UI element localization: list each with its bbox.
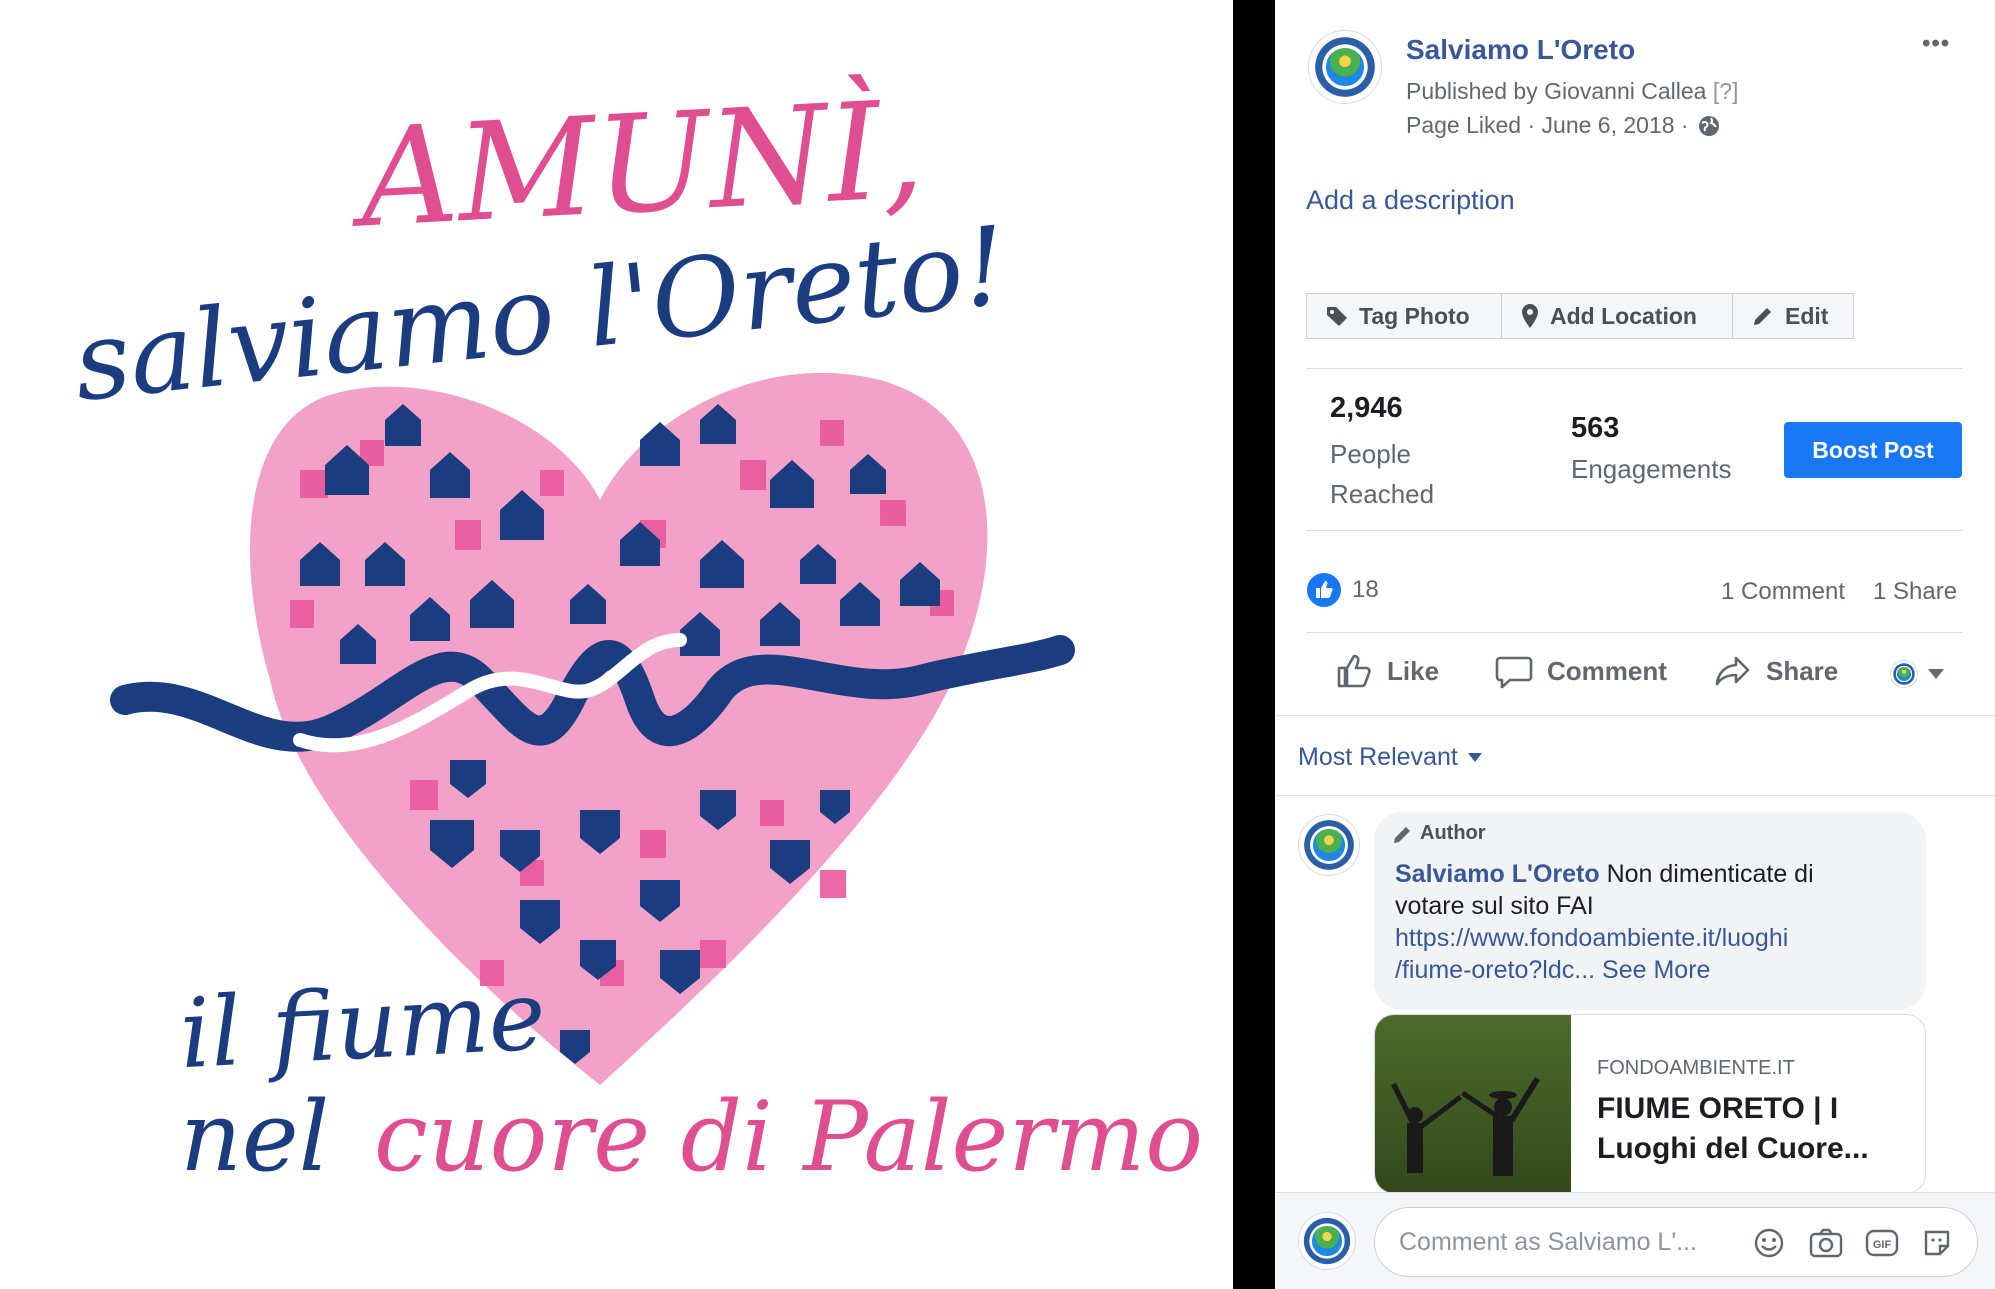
tag-photo-label: Tag Photo [1359,302,1470,329]
help-link[interactable]: [?] [1713,78,1739,104]
add-description-link[interactable]: Add a description [1306,185,1515,216]
author-badge-label: Author [1420,822,1486,844]
people-reached-value: 2,946 [1330,392,1403,424]
divider [1306,368,1962,369]
sort-label: Most Relevant [1298,743,1458,771]
composer-avatar [1298,1212,1356,1270]
comment-label: Comment [1547,655,1667,686]
location-pin-icon [1522,304,1538,328]
tag-photo-button[interactable]: Tag Photo [1306,293,1502,339]
camera-icon[interactable] [1809,1227,1843,1259]
divider [1306,530,1962,531]
add-location-label: Add Location [1550,302,1697,329]
svg-text:GIF: GIF [1873,1239,1892,1251]
comment-input[interactable]: Comment as Salviamo L'... GIF [1374,1207,1978,1277]
pencil-icon [1754,308,1771,325]
viewer-gutter [1233,0,1275,1289]
comment-text-1: Non dimenticate di [1606,860,1814,888]
reaction-summary[interactable]: 18 [1306,572,1379,608]
engagements-value: 563 [1571,412,1620,444]
poster-tagline-1: il fiume [177,959,548,1090]
author-badge: Author [1392,822,1486,845]
share-arrow-icon [1715,656,1750,686]
caret-down-icon [1467,753,1482,762]
comment-url-2[interactable]: /fiume-oreto?ldc... [1395,956,1595,984]
comment-text-2: votare sul sito FAI [1395,892,1594,920]
share-count-link[interactable]: 1 Share [1873,578,1957,606]
smiley-icon[interactable] [1753,1227,1785,1259]
divider [1306,632,1962,633]
like-button[interactable]: Like [1335,652,1439,690]
sticker-icon[interactable] [1921,1227,1953,1259]
divider [1275,795,1995,796]
caret-down-icon [1928,669,1944,679]
gif-icon[interactable]: GIF [1865,1227,1899,1259]
page-name-link[interactable]: Salviamo L'Oreto [1406,34,1635,66]
tag-icon [1327,307,1347,326]
comment-url-1[interactable]: https://www.fondoambiente.it/luoghi [1395,922,1895,954]
link-preview-card[interactable]: FONDOAMBIENTE.IT FIUME ORETO | I Luoghi … [1374,1014,1926,1194]
published-by-row: Published by Giovanni Callea [?] [1406,78,1738,105]
comment-body: Salviamo L'Oreto Non dimenticate di vota… [1395,858,1895,986]
comment-sort-dropdown[interactable]: Most Relevant [1298,743,1482,772]
link-preview-title: FIUME ORETO | I Luoghi del Cuore... [1597,1092,1869,1165]
comment-count-link[interactable]: 1 Comment [1721,578,1845,606]
globe-icon[interactable] [1697,114,1721,138]
post-as-selector[interactable] [1890,660,1944,688]
see-more-link[interactable]: See More [1602,956,1710,984]
pencil-icon [1394,826,1410,843]
add-location-button[interactable]: Add Location [1501,293,1733,339]
poster-image: AMUNÌ, salviamo l'Oreto! il fiume nel cu… [68,71,1203,1193]
page-avatar[interactable] [1308,30,1382,104]
comment-input-placeholder: Comment as Salviamo L'... [1399,1228,1697,1256]
post-options-button[interactable]: ••• [1922,30,1950,58]
link-preview-thumbnail [1375,1015,1571,1193]
selector-avatar [1890,660,1918,688]
post-meta-row: Page Liked · June 6, 2018 · [1406,112,1721,139]
poster-tagline-2: nel cuore di Palermo [180,1081,1203,1193]
published-by: Published by Giovanni Callea [1406,78,1707,104]
thumbs-up-icon [1337,654,1371,688]
commenter-avatar[interactable] [1298,814,1360,876]
post-meta[interactable]: Page Liked · June 6, 2018 · [1406,112,1689,139]
engagements-label: Engagements [1571,454,1732,484]
like-label: Like [1387,655,1440,686]
edit-button[interactable]: Edit [1732,293,1854,339]
comment-author-link[interactable]: Salviamo L'Oreto [1395,860,1600,888]
photo-viewer[interactable]: AMUNÌ, salviamo l'Oreto! il fiume nel cu… [0,0,1233,1289]
edit-label: Edit [1785,302,1829,329]
like-reaction-icon [1307,573,1341,607]
share-button[interactable]: Share [1714,652,1838,690]
share-label: Share [1766,655,1839,686]
divider [1275,715,1995,716]
link-preview-domain: FONDOAMBIENTE.IT [1597,1057,1795,1079]
boost-post-button[interactable]: Boost Post [1784,422,1962,478]
speech-bubble-icon [1495,656,1533,689]
like-count: 18 [1352,576,1379,603]
people-reached-label: People Reached [1330,439,1435,509]
comment-button[interactable]: Comment [1495,652,1667,690]
